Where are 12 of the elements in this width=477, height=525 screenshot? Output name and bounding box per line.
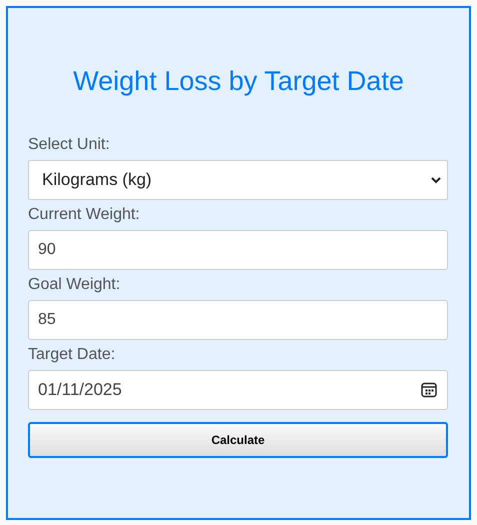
- field-label: Target Date:: [28, 346, 116, 364]
- input-field[interactable]: 85: [28, 300, 448, 340]
- calendar-icon[interactable]: [421, 382, 437, 398]
- unit-select[interactable]: Kilograms (kg): [28, 160, 448, 200]
- date-field[interactable]: 01/11/2025: [28, 370, 448, 410]
- calculate-button[interactable]: Calculate: [28, 422, 448, 458]
- field-label: Goal Weight:: [28, 276, 122, 294]
- input-field[interactable]: 90: [28, 230, 448, 270]
- form-title: Weight Loss by Target Date: [72, 66, 405, 96]
- chevron-down-icon: [431, 176, 441, 184]
- field-label: Select Unit:: [28, 136, 111, 154]
- field-label: Current Weight:: [28, 206, 141, 224]
